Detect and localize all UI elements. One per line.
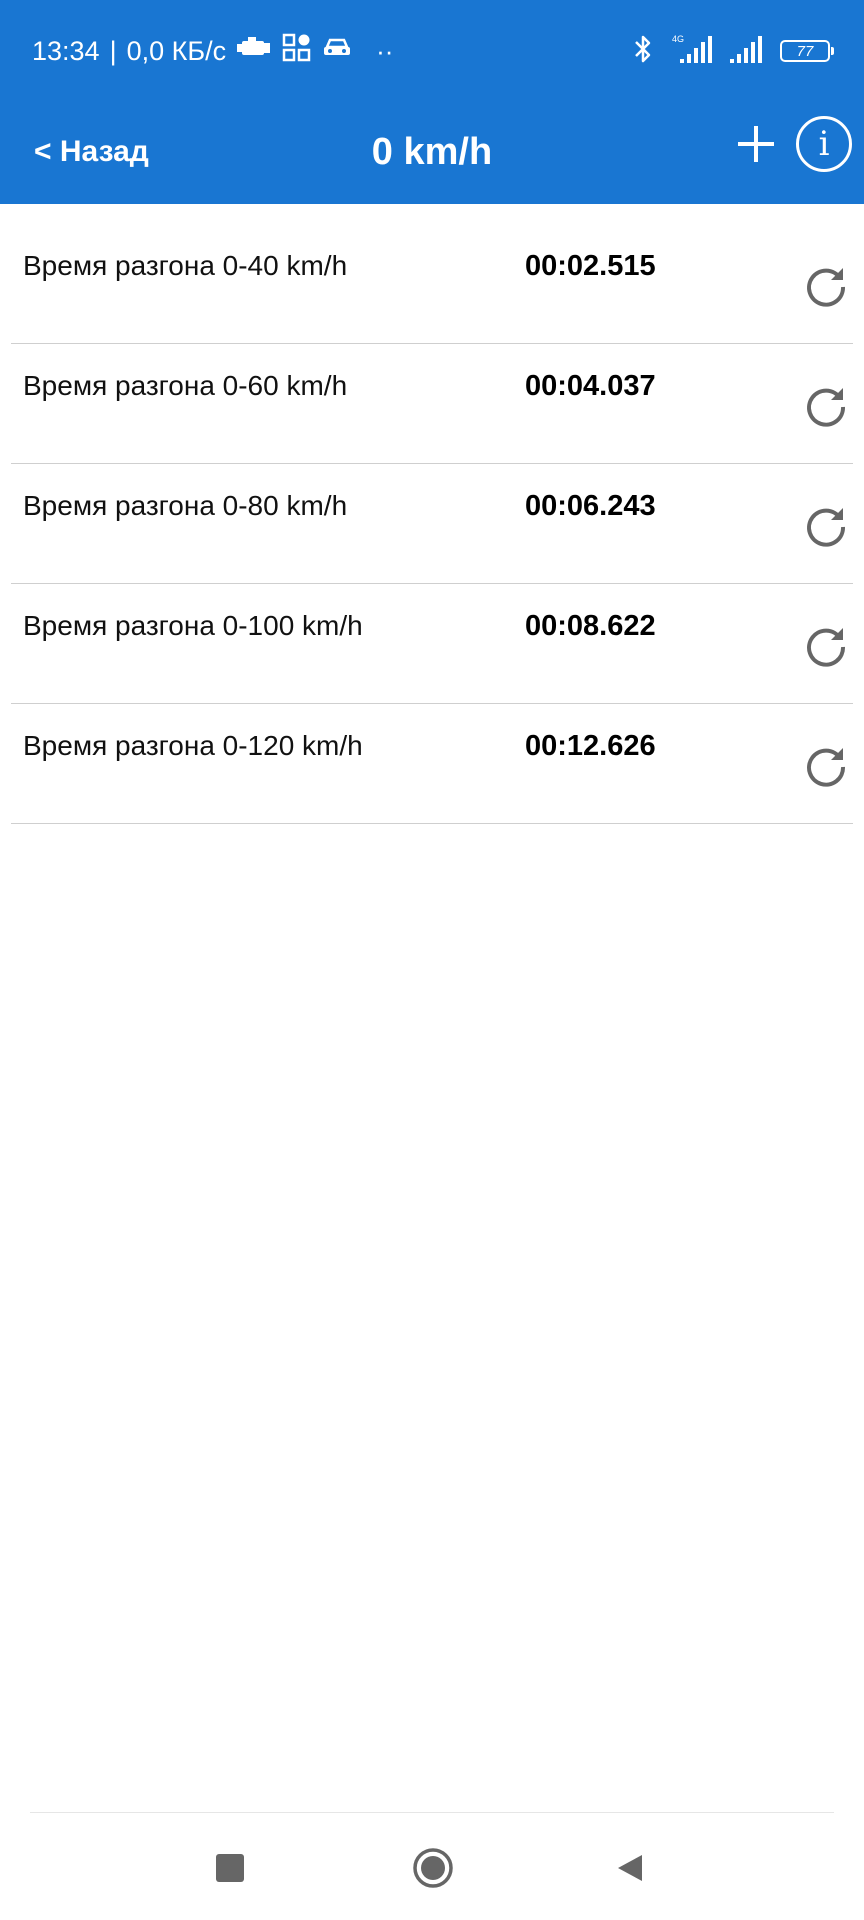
refresh-icon bbox=[807, 508, 846, 547]
car-icon bbox=[322, 36, 352, 67]
reset-button[interactable] bbox=[803, 744, 849, 790]
home-circle-icon bbox=[413, 1848, 453, 1888]
info-icon: i bbox=[818, 124, 830, 164]
apps-grid-icon bbox=[282, 33, 312, 70]
plus-icon bbox=[738, 126, 774, 162]
status-time: 13:34 bbox=[32, 35, 100, 66]
status-bar: 13:34 | 0,0 КБ/с ·· 4G 77 bbox=[0, 0, 864, 100]
reset-button[interactable] bbox=[803, 264, 849, 310]
nav-divider bbox=[30, 1812, 834, 1813]
list-item: Время разгона 0-100 km/h 00:08.622 bbox=[11, 584, 853, 704]
refresh-icon bbox=[807, 628, 846, 667]
result-label: Время разгона 0-40 km/h bbox=[23, 250, 348, 281]
system-nav-bar bbox=[0, 1840, 864, 1900]
signal-4g-icon: 4G bbox=[668, 33, 714, 70]
home-button[interactable] bbox=[412, 1847, 454, 1889]
result-time: 00:06.243 bbox=[525, 490, 656, 522]
result-label: Время разгона 0-80 km/h bbox=[23, 490, 348, 521]
reset-button[interactable] bbox=[803, 504, 849, 550]
svg-text:4G: 4G bbox=[672, 34, 684, 44]
back-button[interactable]: < Назад bbox=[34, 126, 149, 178]
status-data-rate: 0,0 КБ/с bbox=[126, 35, 227, 66]
overflow-dots: ·· bbox=[376, 35, 394, 66]
toolbar: < Назад 0 km/h i bbox=[0, 100, 864, 204]
reset-button[interactable] bbox=[803, 624, 849, 670]
results-list: Время разгона 0-40 km/h 00:02.515 Время … bbox=[11, 224, 853, 824]
status-left: 13:34 | 0,0 КБ/с ·· bbox=[32, 33, 394, 70]
app-bar: 13:34 | 0,0 КБ/с ·· 4G 77 < Назад 0 km/h… bbox=[0, 0, 864, 204]
system-back-button[interactable] bbox=[614, 1852, 646, 1884]
back-triangle-icon bbox=[618, 1855, 642, 1881]
status-separator: | bbox=[109, 35, 117, 66]
signal-icon bbox=[728, 33, 766, 70]
battery-icon: 77 bbox=[780, 40, 834, 62]
result-label: Время разгона 0-100 km/h bbox=[23, 610, 363, 641]
refresh-icon bbox=[807, 268, 846, 307]
result-time: 00:12.626 bbox=[525, 730, 656, 762]
info-button[interactable]: i bbox=[796, 116, 852, 172]
result-label: Время разгона 0-60 km/h bbox=[23, 370, 348, 401]
refresh-icon bbox=[807, 388, 846, 427]
battery-level: 77 bbox=[796, 42, 814, 60]
list-item: Время разгона 0-120 km/h 00:12.626 bbox=[11, 704, 853, 824]
result-label: Время разгона 0-120 km/h bbox=[23, 730, 363, 761]
reset-button[interactable] bbox=[803, 384, 849, 430]
result-time: 00:02.515 bbox=[525, 250, 656, 282]
result-time: 00:08.622 bbox=[525, 610, 656, 642]
list-item: Время разгона 0-80 km/h 00:06.243 bbox=[11, 464, 853, 584]
result-time: 00:04.037 bbox=[525, 370, 656, 402]
refresh-icon bbox=[807, 748, 846, 787]
bluetooth-icon bbox=[632, 33, 654, 70]
add-button[interactable] bbox=[732, 120, 780, 168]
status-right: 4G 77 bbox=[632, 33, 834, 70]
list-item: Время разгона 0-60 km/h 00:04.037 bbox=[11, 344, 853, 464]
check-engine-icon bbox=[236, 35, 272, 68]
list-item: Время разгона 0-40 km/h 00:02.515 bbox=[11, 224, 853, 344]
recents-square-icon[interactable] bbox=[216, 1854, 244, 1882]
